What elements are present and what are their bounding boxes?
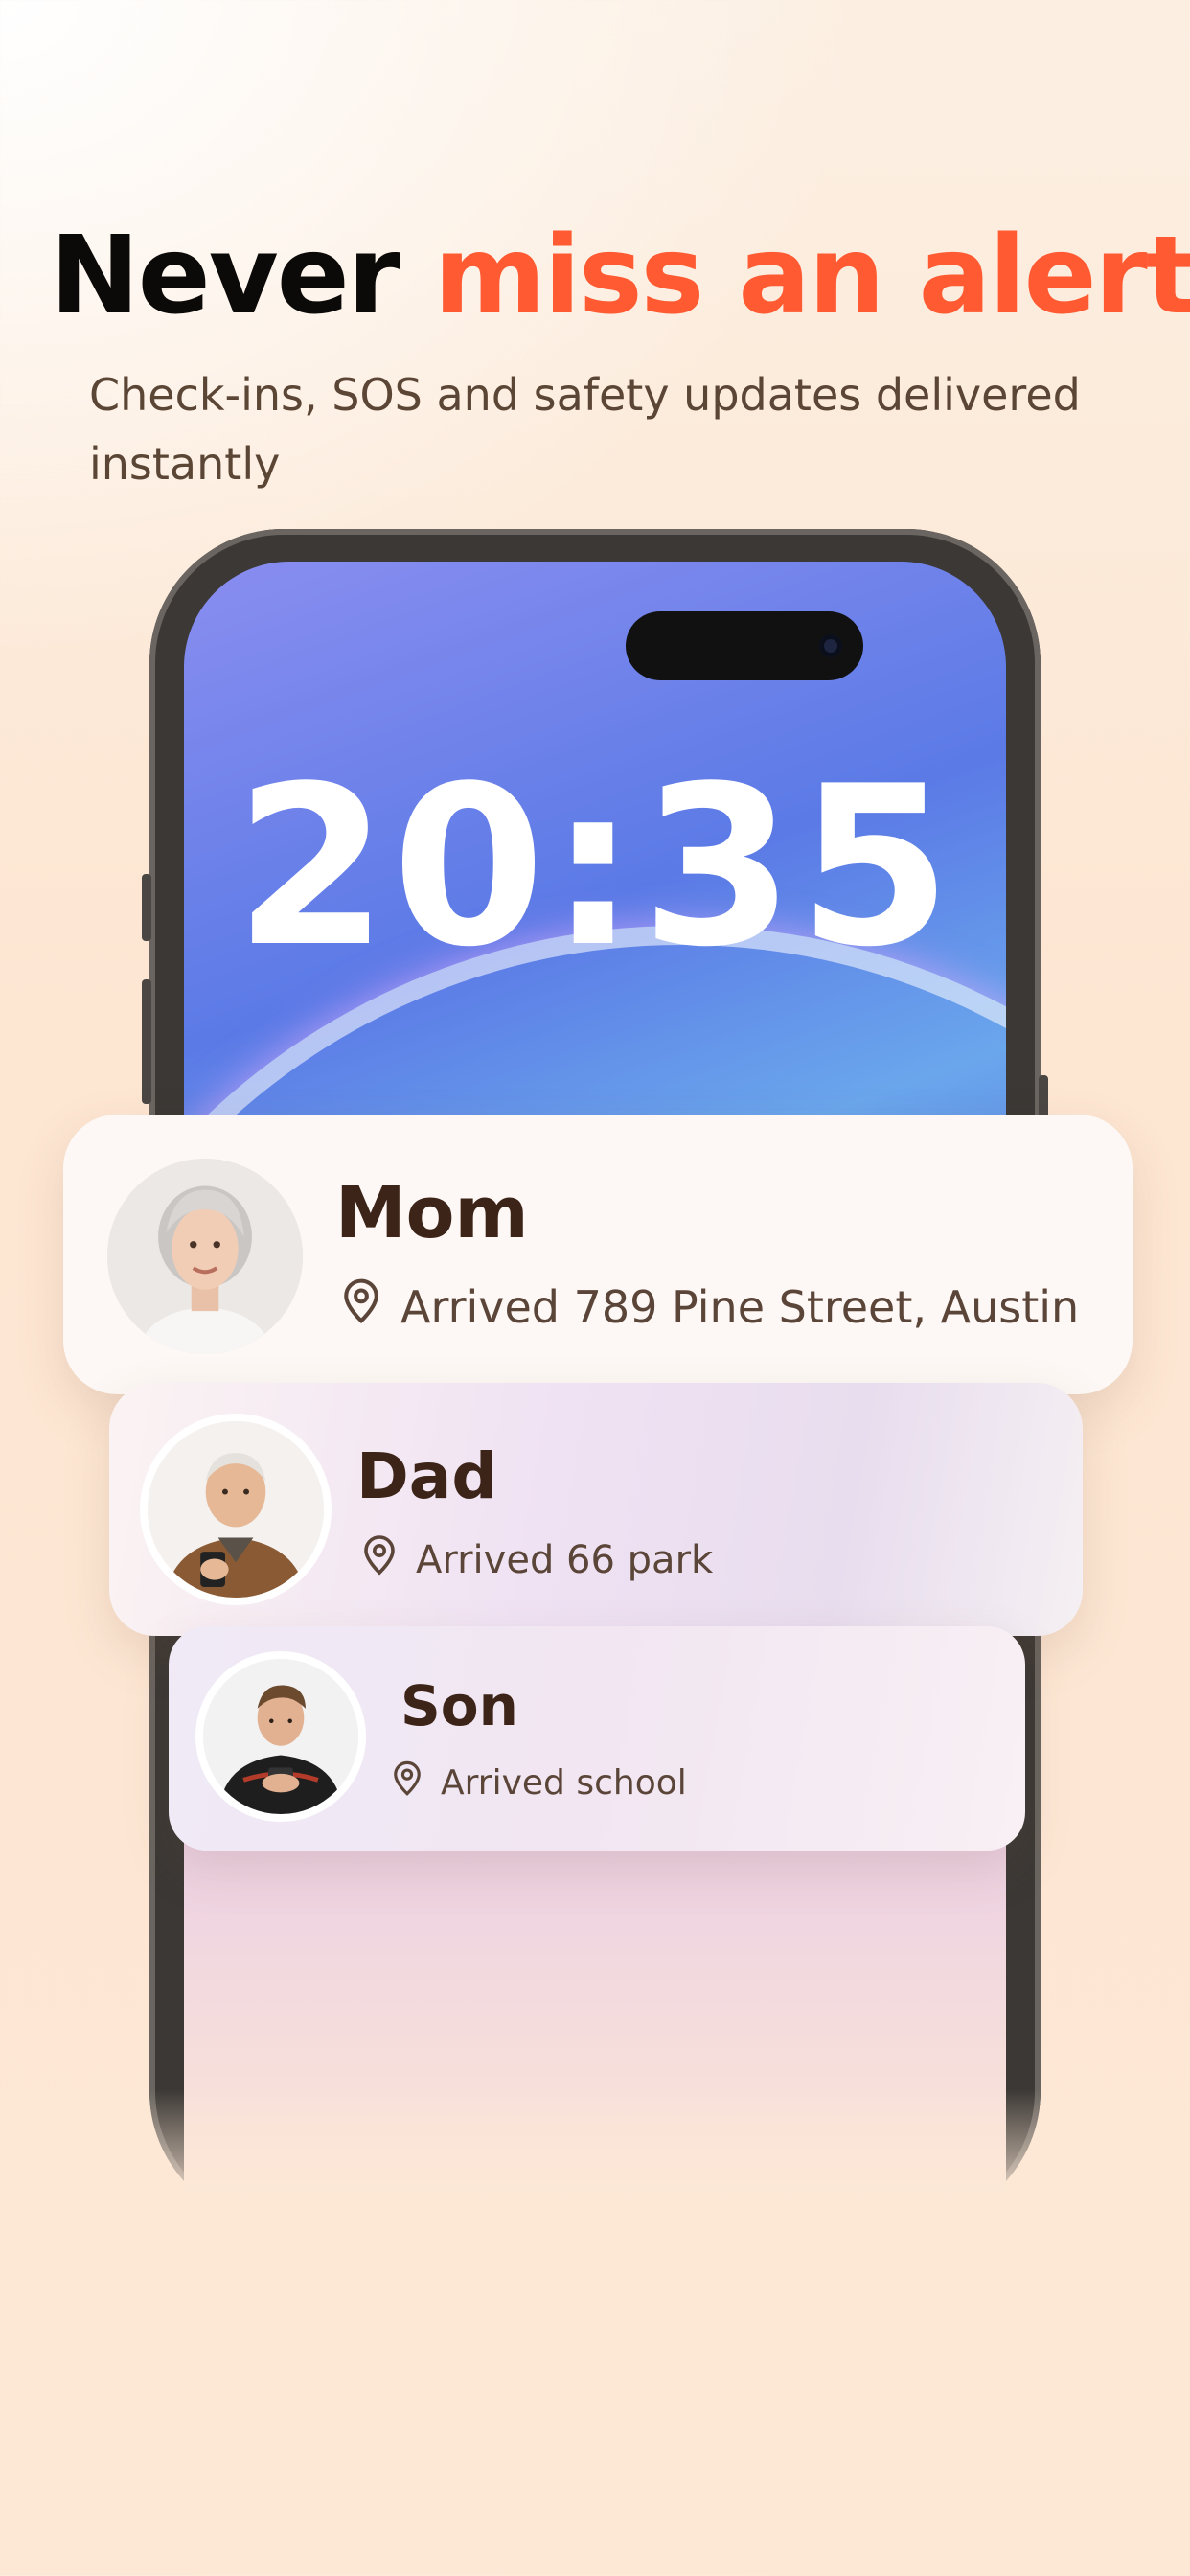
location-status: Arrived school bbox=[387, 1759, 687, 1807]
avatar-son bbox=[195, 1651, 366, 1822]
alert-card-son[interactable]: Son Arrived school bbox=[169, 1626, 1025, 1851]
location-pin-icon bbox=[335, 1276, 387, 1338]
phone-button bbox=[142, 979, 151, 1104]
lock-screen-clock: 20:35 bbox=[234, 740, 956, 996]
contact-name: Son bbox=[400, 1673, 518, 1738]
subtitle: Check-ins, SOS and safety updates delive… bbox=[89, 369, 1081, 490]
status-text: Arrived 66 park bbox=[416, 1538, 714, 1582]
location-status: Arrived 789 Pine Street, Austin bbox=[335, 1276, 1079, 1338]
dynamic-island bbox=[626, 611, 863, 680]
avatar-mom bbox=[107, 1159, 303, 1354]
headline-accent: miss an alert bbox=[433, 214, 1190, 338]
headline: Never miss an alert bbox=[50, 209, 1190, 343]
contact-name: Dad bbox=[356, 1439, 497, 1513]
headline-part1: Never bbox=[50, 214, 400, 338]
phone-button bbox=[142, 874, 151, 941]
portrait-icon bbox=[107, 1159, 303, 1354]
status-text: Arrived 789 Pine Street, Austin bbox=[400, 1280, 1080, 1333]
location-pin-icon bbox=[356, 1532, 402, 1588]
alert-card-dad[interactable]: Dad Arrived 66 park bbox=[109, 1383, 1083, 1636]
portrait-icon bbox=[203, 1659, 358, 1814]
status-text: Arrived school bbox=[441, 1763, 687, 1803]
contact-name: Mom bbox=[335, 1172, 529, 1254]
camera-icon bbox=[819, 634, 842, 657]
location-pin-icon bbox=[387, 1759, 427, 1807]
bottom-fade bbox=[0, 2089, 1190, 2281]
avatar-dad bbox=[140, 1414, 332, 1605]
alert-card-mom[interactable]: Mom Arrived 789 Pine Street, Austin bbox=[63, 1115, 1133, 1394]
location-status: Arrived 66 park bbox=[356, 1532, 713, 1588]
portrait-icon bbox=[148, 1421, 324, 1598]
